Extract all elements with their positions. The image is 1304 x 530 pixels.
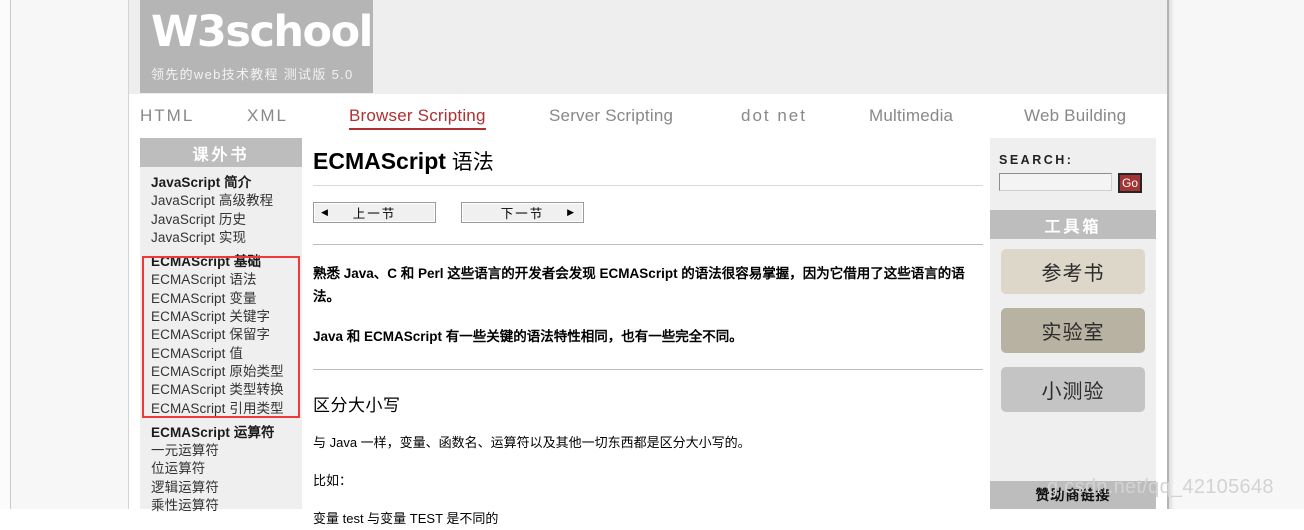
right-edge-shadow: [1169, 0, 1175, 509]
course-menu: JavaScript 简介 JavaScript 高级教程 JavaScript…: [140, 167, 302, 515]
search-label: SEARCH:: [999, 153, 1074, 167]
nav-item-html[interactable]: HTML: [140, 106, 194, 126]
menu-item-ecmascript-values[interactable]: ECMAScript 值: [151, 345, 302, 363]
prev-chapter-button[interactable]: ◀ 上一节: [313, 202, 436, 223]
nav-item-xml[interactable]: XML: [247, 106, 288, 126]
page-title-cn: 语法: [445, 151, 494, 174]
logo-subtitle: 领先的web技术教程 测试版 5.0: [151, 67, 354, 82]
menu-item-unary-operators[interactable]: 一元运算符: [151, 442, 302, 460]
page-left-gutter: [11, 0, 129, 509]
page-title: ECMAScript 语法: [313, 146, 983, 176]
left-edge-rule: [10, 0, 11, 509]
section-title-case-sensitivity: 区分大小写: [313, 396, 401, 415]
title-divider: [313, 185, 983, 186]
toolbox-reference-button[interactable]: 参考书: [1001, 249, 1145, 294]
page-title-en: ECMAScript: [313, 148, 446, 174]
toolbox-lab-button[interactable]: 实验室: [1001, 308, 1145, 353]
menu-item-ecmascript-variables[interactable]: ECMAScript 变量: [151, 290, 302, 308]
menu-group-javascript: JavaScript 简介 JavaScript 高级教程 JavaScript…: [151, 174, 302, 247]
site-logo[interactable]: W3school 领先的web技术教程 测试版 5.0: [140, 0, 373, 93]
menu-item-javascript-history[interactable]: JavaScript 历史: [151, 211, 302, 229]
menu-item-ecmascript-primitive[interactable]: ECMAScript 原始类型: [151, 363, 302, 381]
content-divider-section: [313, 369, 983, 370]
next-chapter-button[interactable]: 下一节 ▶: [461, 202, 584, 223]
menu-item-javascript-impl[interactable]: JavaScript 实现: [151, 229, 302, 247]
menu-item-javascript-advanced[interactable]: JavaScript 高级教程: [151, 192, 302, 210]
menu-item-ecmascript-syntax[interactable]: ECMAScript 语法: [151, 271, 302, 289]
toolbox-quiz-button[interactable]: 小测验: [1001, 367, 1145, 412]
left-panel-title: 课外书: [140, 138, 302, 167]
main-content: ECMAScript 语法 ◀ 上一节 下一节 ▶ 熟悉 Java、C 和 Pe…: [313, 138, 983, 526]
menu-item-javascript-intro[interactable]: JavaScript 简介: [151, 174, 302, 192]
site-container: W3school 领先的web技术教程 测试版 5.0 HTML XML Bro…: [129, 0, 1167, 526]
toolbox-buttons: 参考书 实验室 小测验: [990, 239, 1156, 412]
menu-item-bitwise-operators[interactable]: 位运算符: [151, 460, 302, 478]
menu-item-ecmascript-operators[interactable]: ECMAScript 运算符: [151, 424, 302, 442]
menu-item-ecmascript-reserved[interactable]: ECMAScript 保留字: [151, 326, 302, 344]
menu-group-ecmascript-basics: ECMAScript 基础 ECMAScript 语法 ECMAScript 变…: [151, 253, 302, 418]
section-paragraph-2: 比如：: [313, 473, 353, 488]
search-go-button[interactable]: Go: [1118, 173, 1142, 193]
nav-item-web-building[interactable]: Web Building: [1024, 106, 1126, 126]
section-paragraph-3: 变量 test 与变量 TEST 是不同的: [313, 511, 499, 526]
left-sidebar: 课外书 JavaScript 简介 JavaScript 高级教程 JavaSc…: [140, 138, 302, 513]
intro-paragraph-2: Java 和 ECMAScript 有一些关键的语法特性相同，也有一些完全不同。: [313, 329, 743, 344]
body-columns: 课外书 JavaScript 简介 JavaScript 高级教程 JavaSc…: [129, 138, 1167, 526]
nav-item-multimedia[interactable]: Multimedia: [869, 106, 953, 126]
logo-title: W3school: [151, 7, 373, 57]
menu-item-multiplicative-operators[interactable]: 乘性运算符: [151, 497, 302, 515]
site-header: W3school 领先的web技术教程 测试版 5.0: [129, 0, 1167, 94]
nav-item-dot-net[interactable]: dot net: [741, 106, 807, 126]
browser-viewport: W3school 领先的web技术教程 测试版 5.0 HTML XML Bro…: [0, 0, 1304, 526]
prev-chapter-label: 上一节: [352, 207, 397, 221]
primary-navigation: HTML XML Browser Scripting Server Script…: [129, 94, 1167, 138]
toolbox-title: 工具箱: [990, 210, 1156, 239]
nav-item-server-scripting[interactable]: Server Scripting: [549, 106, 673, 126]
chapter-nav-buttons: ◀ 上一节 下一节 ▶: [313, 202, 983, 223]
right-sidebar: SEARCH: Go 工具箱 参考书 实验室 小测验 赞助商链接: [990, 138, 1156, 509]
section-paragraph-1: 与 Java 一样，变量、函数名、运算符以及其他一切东西都是区分大小写的。: [313, 435, 751, 450]
page-right-gutter: [1175, 0, 1304, 509]
intro-paragraph-1: 熟悉 Java、C 和 Perl 这些语言的开发者会发现 ECMAScript …: [313, 266, 965, 304]
search-row: Go: [990, 167, 1156, 193]
search-input[interactable]: [999, 173, 1112, 191]
next-chapter-label: 下一节: [500, 207, 545, 221]
menu-item-logical-operators[interactable]: 逻辑运算符: [151, 479, 302, 497]
arrow-right-icon: ▶: [567, 207, 574, 217]
menu-item-ecmascript-keywords[interactable]: ECMAScript 关键字: [151, 308, 302, 326]
sponsor-links-title: 赞助商链接: [990, 481, 1156, 509]
menu-item-ecmascript-casting[interactable]: ECMAScript 类型转换: [151, 381, 302, 399]
nav-item-browser-scripting[interactable]: Browser Scripting: [349, 106, 486, 130]
menu-item-ecmascript-reference[interactable]: ECMAScript 引用类型: [151, 400, 302, 418]
content-divider-top: [313, 244, 983, 245]
menu-group-ecmascript-operators: ECMAScript 运算符 一元运算符 位运算符 逻辑运算符 乘性运算符: [151, 424, 302, 515]
menu-item-ecmascript-basics[interactable]: ECMAScript 基础: [151, 253, 302, 271]
